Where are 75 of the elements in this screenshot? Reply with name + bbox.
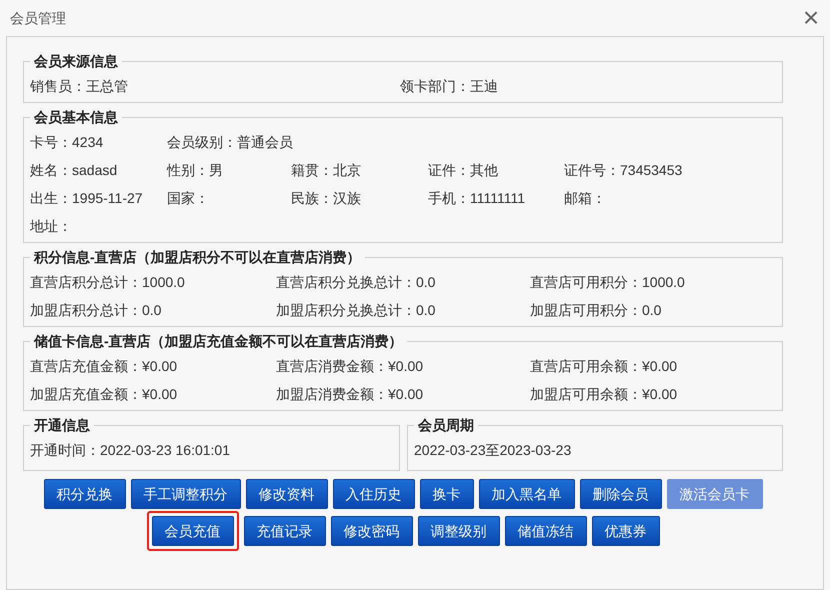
panel-title: 会员来源信息 — [33, 52, 119, 71]
panel-title: 开通信息 — [33, 416, 91, 435]
field-value: ¥0.00 — [388, 385, 424, 404]
field-value: 11111111 — [470, 189, 526, 208]
field-value: 0.0 — [142, 301, 162, 320]
field-value: 王总管 — [86, 77, 128, 96]
field-label: 民族： — [291, 189, 333, 208]
action-button[interactable]: 优惠券 — [592, 516, 660, 546]
field-value: 2022-03-23 16:01:01 — [100, 442, 230, 458]
field-label: 直营店可用余额： — [530, 357, 642, 376]
field-label: 证件： — [428, 161, 470, 180]
field-value: sadasd — [72, 161, 118, 180]
action-button[interactable]: 换卡 — [420, 479, 474, 509]
field-value: 0.0 — [416, 301, 436, 320]
close-button[interactable]: × — [798, 3, 824, 33]
action-button[interactable]: 充值记录 — [244, 516, 326, 546]
field-label: 加盟店积分兑换总计： — [276, 301, 416, 320]
action-button[interactable]: 调整级别 — [418, 516, 500, 546]
action-button[interactable]: 手工调整积分 — [130, 479, 240, 509]
action-button[interactable]: 积分兑换 — [44, 479, 126, 509]
field-label: 领卡部门： — [400, 77, 470, 96]
field-value: 1000.0 — [642, 273, 685, 292]
field-label: 加盟店可用积分： — [530, 301, 642, 320]
field-value: 0.0 — [642, 301, 662, 320]
field-value: ¥0.00 — [388, 357, 424, 376]
field-value: ¥0.00 — [642, 385, 678, 404]
field-label: 出生： — [30, 189, 72, 208]
action-button[interactable]: 会员充值 — [152, 516, 234, 546]
action-button[interactable]: 入住历史 — [332, 479, 414, 509]
field-label: 地址： — [30, 217, 72, 236]
field-label: 销售员： — [30, 77, 86, 96]
panel-title: 会员周期 — [417, 416, 475, 435]
field-value: 0.0 — [416, 273, 436, 292]
field-label: 卡号： — [30, 133, 72, 152]
field-value: 2022-03-23至2023-03-23 — [414, 442, 572, 458]
field-value: ¥0.00 — [142, 357, 178, 376]
field-value: 1995-11-27 — [72, 189, 143, 208]
field-label: 籍贯： — [291, 161, 333, 180]
field-value: 北京 — [333, 161, 361, 180]
action-button[interactable]: 加入黑名单 — [478, 479, 574, 509]
field-label: 加盟店消费金额： — [276, 385, 388, 404]
field-label: 直营店充值金额： — [30, 357, 142, 376]
action-button[interactable]: 修改密码 — [330, 516, 412, 546]
field-label: 加盟店积分总计： — [30, 301, 142, 320]
panel-title: 会员基本信息 — [33, 108, 119, 127]
field-value: 1000.0 — [142, 273, 185, 292]
action-button[interactable]: 修改资料 — [246, 479, 328, 509]
field-label: 会员级别： — [167, 133, 237, 152]
field-label: 直营店积分总计： — [30, 273, 142, 292]
field-value: 汉族 — [333, 189, 361, 208]
field-value: 男 — [209, 161, 223, 180]
panel-title: 储值卡信息-直营店（加盟店充值金额不可以在直营店消费） — [32, 332, 404, 351]
field-label: 姓名： — [30, 161, 72, 180]
field-value: ¥0.00 — [642, 357, 678, 376]
action-button[interactable]: 储值冻结 — [504, 516, 586, 546]
field-value: 其他 — [470, 161, 498, 180]
field-value: 王迪 — [470, 77, 498, 96]
field-label: 直营店消费金额： — [276, 357, 388, 376]
field-label: 加盟店充值金额： — [30, 385, 142, 404]
field-label: 手机： — [428, 189, 470, 208]
panel-title: 积分信息-直营店（加盟店积分不可以在直营店消费） — [32, 248, 362, 267]
field-value: 73453453 — [620, 161, 682, 180]
window-title: 会员管理 — [10, 8, 66, 28]
field-label: 直营店可用积分： — [530, 273, 642, 292]
field-value: ¥0.00 — [142, 385, 178, 404]
field-label: 加盟店可用余额： — [530, 385, 642, 404]
field-label: 直营店积分兑换总计： — [276, 273, 416, 292]
field-label: 证件号： — [564, 161, 620, 180]
field-label: 国家： — [167, 189, 209, 208]
field-label: 性别： — [167, 161, 209, 180]
field-value: 4234 — [72, 133, 104, 152]
field-label: 邮箱： — [564, 189, 606, 208]
field-value: 普通会员 — [237, 133, 293, 152]
field-label: 开通时间： — [30, 442, 100, 458]
action-button[interactable]: 删除会员 — [580, 479, 662, 509]
